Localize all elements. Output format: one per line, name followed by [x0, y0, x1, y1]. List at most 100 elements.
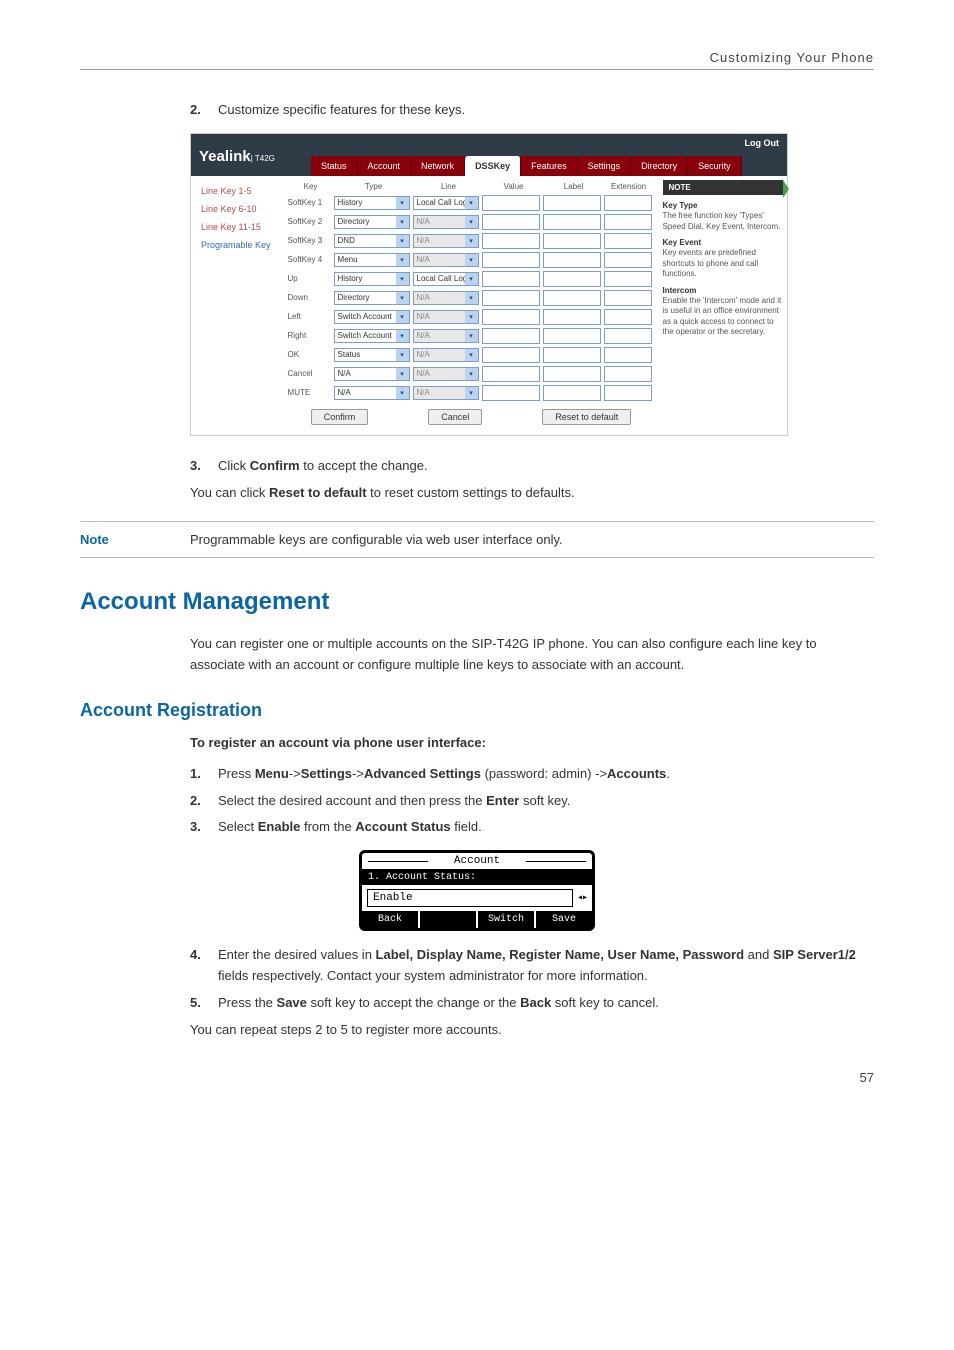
extension-input[interactable]	[604, 347, 652, 363]
lcd-softkeys: Back Switch Save	[362, 911, 592, 928]
left-right-arrows-icon[interactable]: ◂▸	[577, 892, 587, 904]
value-input[interactable]	[482, 252, 540, 268]
label-input[interactable]	[543, 195, 601, 211]
type-select[interactable]: N/A▾	[334, 367, 410, 381]
chevron-down-icon: ▾	[465, 330, 478, 342]
value-input[interactable]	[482, 214, 540, 230]
confirm-button[interactable]: Confirm	[311, 409, 369, 425]
table-row: OKStatus▾N/A▾	[288, 347, 655, 363]
table-row: SoftKey 4Menu▾N/A▾	[288, 252, 655, 268]
value-input[interactable]	[482, 290, 540, 306]
softkey-switch[interactable]: Switch	[478, 911, 536, 928]
label-input[interactable]	[543, 252, 601, 268]
row-key: Right	[288, 331, 334, 340]
account-status-field[interactable]: Enable	[367, 889, 573, 907]
extension-input[interactable]	[604, 271, 652, 287]
value-input[interactable]	[482, 366, 540, 382]
page-header: Customizing Your Phone	[80, 50, 874, 70]
cancel-button[interactable]: Cancel	[428, 409, 482, 425]
type-select[interactable]: Directory▾	[334, 291, 410, 305]
note-head: NOTE	[663, 180, 783, 195]
line-select[interactable]: Local Call Log▾	[413, 196, 479, 210]
value-input[interactable]	[482, 271, 540, 287]
extension-input[interactable]	[604, 195, 652, 211]
line-select: N/A▾	[413, 253, 479, 267]
extension-input[interactable]	[604, 385, 652, 401]
sidebar-item[interactable]: Line Key 11-15	[191, 218, 284, 236]
chevron-down-icon: ▾	[465, 311, 478, 323]
line-select: N/A▾	[413, 386, 479, 400]
softkey-back[interactable]: Back	[362, 911, 420, 928]
label-input[interactable]	[543, 233, 601, 249]
extension-input[interactable]	[604, 214, 652, 230]
sidebar-item[interactable]: Line Key 6-10	[191, 200, 284, 218]
tab-account[interactable]: Account	[358, 156, 412, 176]
tab-network[interactable]: Network	[411, 156, 465, 176]
tab-security[interactable]: Security	[688, 156, 742, 176]
type-select[interactable]: History▾	[334, 272, 410, 286]
tab-settings[interactable]: Settings	[578, 156, 632, 176]
subsection-heading: Account Registration	[80, 700, 874, 721]
chevron-down-icon: ▾	[396, 292, 409, 304]
sidebar-item[interactable]: Line Key 1-5	[191, 182, 284, 200]
repeat-line: You can repeat steps 2 to 5 to register …	[190, 1020, 874, 1041]
value-input[interactable]	[482, 195, 540, 211]
value-input[interactable]	[482, 385, 540, 401]
step-text: Customize specific features for these ke…	[218, 100, 465, 121]
row-key: SoftKey 1	[288, 198, 334, 207]
label-input[interactable]	[543, 309, 601, 325]
brand-logo: Yealink| T42G	[199, 148, 275, 165]
tab-features[interactable]: Features	[521, 156, 578, 176]
section-paragraph: You can register one or multiple account…	[190, 634, 874, 676]
extension-input[interactable]	[604, 233, 652, 249]
type-select[interactable]: DND▾	[334, 234, 410, 248]
chevron-down-icon: ▾	[396, 235, 409, 247]
type-select[interactable]: N/A▾	[334, 386, 410, 400]
label-input[interactable]	[543, 385, 601, 401]
row-key: OK	[288, 350, 334, 359]
section-heading: Account Management	[80, 588, 874, 616]
extension-input[interactable]	[604, 328, 652, 344]
label-input[interactable]	[543, 347, 601, 363]
line-select: N/A▾	[413, 310, 479, 324]
reset-button[interactable]: Reset to default	[542, 409, 631, 425]
chevron-down-icon: ▾	[396, 368, 409, 380]
logout-link[interactable]: Log Out	[745, 138, 780, 148]
label-input[interactable]	[543, 328, 601, 344]
softkey-save[interactable]: Save	[536, 911, 592, 928]
value-input[interactable]	[482, 347, 540, 363]
extension-input[interactable]	[604, 366, 652, 382]
type-select[interactable]: Switch Account▾	[334, 329, 410, 343]
extension-input[interactable]	[604, 290, 652, 306]
value-input[interactable]	[482, 328, 540, 344]
type-select[interactable]: Directory▾	[334, 215, 410, 229]
tab-dsskey[interactable]: DSSKey	[465, 156, 521, 176]
value-input[interactable]	[482, 309, 540, 325]
line-select[interactable]: Local Call Log▾	[413, 272, 479, 286]
softkey-empty[interactable]	[420, 911, 478, 928]
type-select[interactable]: Menu▾	[334, 253, 410, 267]
type-select[interactable]: Status▾	[334, 348, 410, 362]
reg-step-3: 3. Select Enable from the Account Status…	[190, 817, 874, 838]
note-callout: Note Programmable keys are configurable …	[80, 521, 874, 558]
label-input[interactable]	[543, 290, 601, 306]
tab-directory[interactable]: Directory	[631, 156, 688, 176]
extension-input[interactable]	[604, 309, 652, 325]
register-intro: To register an account via phone user in…	[190, 733, 874, 754]
label-input[interactable]	[543, 366, 601, 382]
label-input[interactable]	[543, 271, 601, 287]
value-input[interactable]	[482, 233, 540, 249]
chevron-down-icon: ▾	[396, 330, 409, 342]
tab-status[interactable]: Status	[311, 156, 358, 176]
reg-step-2: 2. Select the desired account and then p…	[190, 791, 874, 812]
side-nav: Line Key 1-5Line Key 6-10Line Key 11-15P…	[191, 176, 284, 435]
note-panel: NOTE Key TypeThe free function key 'Type…	[659, 176, 787, 435]
extension-input[interactable]	[604, 252, 652, 268]
lcd-title: Account	[362, 853, 592, 870]
chevron-down-icon: ▾	[465, 235, 478, 247]
sidebar-item[interactable]: Programable Key	[191, 236, 284, 254]
type-select[interactable]: Switch Account▾	[334, 310, 410, 324]
type-select[interactable]: History▾	[334, 196, 410, 210]
label-input[interactable]	[543, 214, 601, 230]
chevron-down-icon: ▾	[465, 387, 478, 399]
